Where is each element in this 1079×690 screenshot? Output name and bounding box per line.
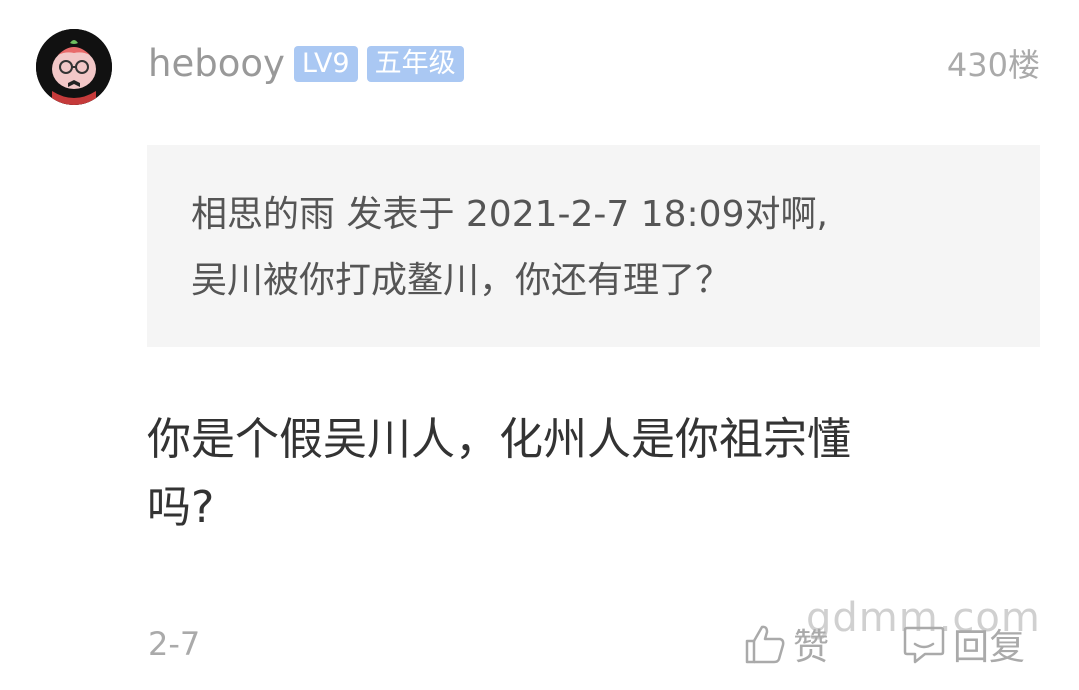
username[interactable]: hebooy <box>148 42 285 86</box>
thumbs-up-icon <box>745 625 785 664</box>
avatar-image <box>36 29 112 105</box>
comment-icon <box>903 626 945 664</box>
like-button[interactable]: 赞 <box>743 618 829 670</box>
quote-line-2: 吴川被你打成鳌川，你还有理了？ <box>191 260 732 301</box>
reply-label: 回复 <box>953 627 1026 668</box>
avatar[interactable] <box>36 29 112 105</box>
floor-number: 430楼 <box>946 46 1040 84</box>
quote-block[interactable]: 相思的雨 发表于 2021-2-7 18:09对啊, 吴川被你打成鳌川，你还有理… <box>147 145 1040 347</box>
content-line-2: 吗? <box>147 482 215 533</box>
post-content: 你是个假吴川人，化州人是你祖宗懂 吗? <box>147 406 1007 542</box>
like-label: 赞 <box>793 627 830 668</box>
level-badge: LV9 <box>293 46 358 82</box>
post-date: 2-7 <box>148 625 201 663</box>
user-info-row: hebooy LV9 五年级 <box>148 42 464 86</box>
grade-badge: 五年级 <box>366 46 464 82</box>
content-line-1: 你是个假吴川人，化州人是你祖宗懂 <box>147 414 851 465</box>
reply-button[interactable]: 回复 <box>901 618 1025 670</box>
quote-line-1: 相思的雨 发表于 2021-2-7 18:09对啊, <box>191 194 828 235</box>
